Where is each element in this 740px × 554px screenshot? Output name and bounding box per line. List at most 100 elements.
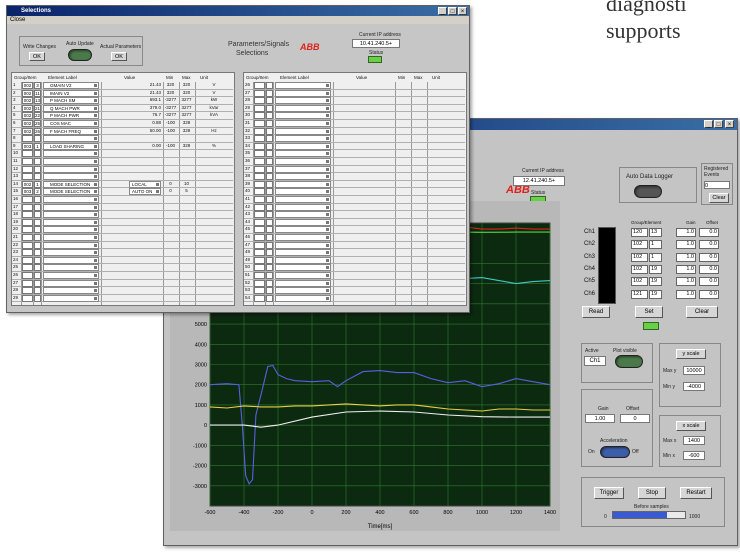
table-row[interactable]: 51 [244, 272, 465, 280]
table-row[interactable]: 34 [244, 142, 465, 151]
max-x-field[interactable]: 1400 [683, 436, 705, 445]
group-field[interactable] [254, 120, 265, 127]
maximize-button[interactable]: □ [448, 7, 457, 15]
group-field[interactable]: 003 [22, 188, 33, 196]
table-row[interactable]: 16 [12, 196, 233, 204]
element-label-select[interactable] [43, 203, 99, 211]
auto-data-logger-toggle[interactable] [634, 185, 662, 198]
table-row[interactable]: 7 002 26 F MACH FREQ 50.00 -100 328 Hz [12, 127, 233, 136]
item-field[interactable] [266, 104, 273, 112]
table-row[interactable]: 21 [12, 234, 233, 242]
item-field[interactable] [34, 211, 41, 219]
table-row[interactable]: 14 002 1 MODE SELECTION LOCAL 0 10 [12, 180, 233, 189]
registered-clear-button[interactable]: Clear [709, 193, 729, 203]
table-row[interactable]: 27 [12, 279, 233, 288]
group-field[interactable] [22, 264, 33, 272]
item-field[interactable] [34, 203, 41, 211]
table-row[interactable]: 8 [12, 135, 233, 143]
item-field[interactable]: 3 [34, 82, 41, 89]
x-scale-button[interactable]: x scale [676, 421, 706, 431]
group-field[interactable] [254, 294, 265, 302]
element-label-select[interactable] [275, 135, 331, 143]
plot-visible-toggle[interactable] [615, 355, 643, 368]
table-row[interactable]: 22 [12, 241, 233, 250]
group-field[interactable] [254, 158, 265, 165]
item-field[interactable] [34, 241, 41, 249]
read-button[interactable]: Read [582, 306, 610, 318]
selections-titlebar[interactable]: Selections [7, 6, 469, 16]
item-field[interactable] [34, 165, 41, 173]
table-row[interactable]: 29 [12, 294, 233, 303]
write-changes-ok-button[interactable]: OK [29, 52, 45, 61]
trigger-button[interactable]: Trigger [594, 487, 624, 499]
table-row[interactable]: 43 [244, 211, 465, 219]
gain-field[interactable]: 1.00 [585, 414, 615, 423]
element-label-select[interactable]: GMAIN V2 [43, 82, 99, 89]
item-field[interactable] [266, 165, 273, 173]
table-row[interactable]: 3 002 13 P MACH SM 693.1 -3277 3277 kW [12, 97, 233, 105]
group-field[interactable] [22, 234, 33, 241]
value-select[interactable]: LOCAL [129, 180, 161, 188]
element-label-select[interactable] [43, 150, 99, 158]
group-field[interactable]: 002 [22, 104, 33, 112]
item-field[interactable] [34, 256, 41, 264]
group-field[interactable] [22, 203, 33, 211]
channel-group-field[interactable]: 120 [631, 228, 648, 237]
item-field[interactable] [34, 196, 41, 203]
item-field[interactable] [266, 188, 273, 196]
item-field[interactable] [266, 158, 273, 165]
table-row[interactable]: 36 [244, 158, 465, 166]
channel-offset-field[interactable]: 0.0 [699, 264, 719, 274]
channel-gain-field[interactable]: 1.0 [676, 289, 696, 299]
group-field[interactable] [22, 272, 33, 279]
element-label-select[interactable]: F MACH FREQ [43, 127, 99, 135]
group-field[interactable] [254, 234, 265, 241]
item-field[interactable] [34, 294, 41, 302]
item-field[interactable]: 1 [34, 180, 41, 188]
table-row[interactable]: 37 [244, 165, 465, 174]
item-field[interactable] [266, 97, 273, 105]
item-field[interactable] [34, 272, 41, 279]
element-label-select[interactable]: COS MAC [43, 120, 99, 127]
group-field[interactable] [254, 173, 265, 181]
element-label-select[interactable] [275, 256, 331, 264]
table-row[interactable]: 11 [12, 158, 233, 166]
element-label-select[interactable] [43, 264, 99, 272]
table-row[interactable]: 54 [244, 294, 465, 303]
element-label-select[interactable] [275, 142, 331, 150]
item-field[interactable]: 11 [34, 89, 41, 97]
table-row[interactable]: 50 [244, 264, 465, 272]
item-field[interactable] [34, 234, 41, 241]
table-row[interactable]: 12 [12, 165, 233, 174]
group-field[interactable]: 002 [22, 112, 33, 120]
group-field[interactable] [254, 211, 265, 219]
table-row[interactable]: 49 [244, 256, 465, 265]
channel-gain-field[interactable]: 1.0 [676, 228, 696, 237]
item-field[interactable] [266, 287, 273, 295]
item-field[interactable] [266, 294, 273, 302]
group-field[interactable] [254, 256, 265, 264]
table-row[interactable]: 33 [244, 135, 465, 143]
group-field[interactable] [254, 104, 265, 112]
element-label-select[interactable]: IMAIN V2 [43, 89, 99, 97]
group-field[interactable] [22, 287, 33, 295]
item-field[interactable] [266, 279, 273, 287]
channel-group-field[interactable]: 102 [631, 240, 648, 250]
active-channel-select[interactable]: Ch1 [584, 356, 606, 366]
table-row[interactable]: 29 [244, 104, 465, 113]
group-field[interactable] [254, 226, 265, 234]
group-field[interactable]: 002 [22, 97, 33, 105]
table-row[interactable]: 23 [12, 249, 233, 257]
group-field[interactable] [254, 241, 265, 249]
item-field[interactable] [266, 203, 273, 211]
table-row[interactable]: 15 003 2 MODE SELECTION AUTO ON 0 5 [12, 188, 233, 196]
channel-element-field[interactable]: 13 [649, 228, 662, 237]
actual-parameters-ok-button[interactable]: OK [111, 52, 127, 61]
element-label-select[interactable] [43, 173, 99, 181]
group-field[interactable]: 002 [22, 127, 33, 135]
min-x-field[interactable]: -600 [683, 451, 705, 460]
min-y-field[interactable]: -4000 [683, 382, 705, 391]
table-row[interactable]: 30 [244, 112, 465, 120]
restart-button[interactable]: Restart [680, 487, 712, 499]
channel-group-field[interactable]: 102 [631, 277, 648, 287]
